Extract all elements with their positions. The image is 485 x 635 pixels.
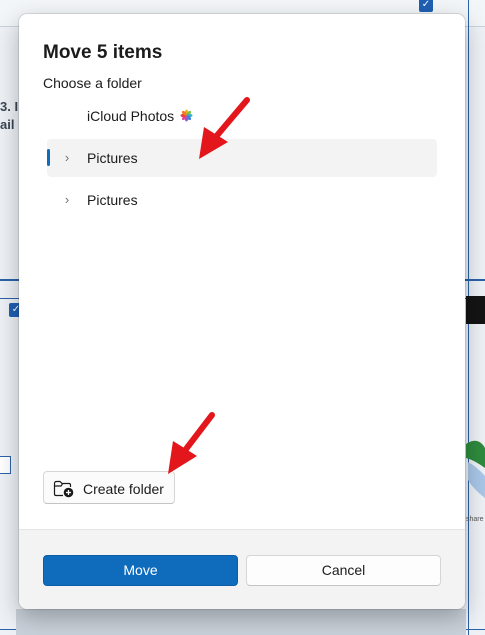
chevron-right-icon[interactable]: › bbox=[61, 191, 73, 209]
background-text: ail bbox=[0, 117, 15, 132]
move-button[interactable]: Move bbox=[43, 555, 238, 586]
folder-item-pictures[interactable]: › Pictures bbox=[47, 139, 437, 177]
background-thumbnail bbox=[466, 296, 485, 324]
folder-label: Pictures bbox=[87, 150, 138, 166]
dialog-title: Move 5 items bbox=[43, 42, 163, 63]
folder-item-icloud-photos[interactable]: iCloud Photos bbox=[47, 97, 437, 135]
cancel-button[interactable]: Cancel bbox=[246, 555, 441, 586]
background-strip bbox=[16, 609, 466, 635]
create-folder-label: Create folder bbox=[83, 481, 164, 497]
folder-label: iCloud Photos bbox=[87, 108, 175, 124]
create-folder-button[interactable]: Create folder bbox=[43, 471, 175, 504]
background-input bbox=[0, 456, 11, 474]
chevron-right-icon[interactable]: › bbox=[61, 149, 73, 167]
dialog-footer: Move Cancel bbox=[19, 529, 465, 609]
dialog-subtitle: Choose a folder bbox=[43, 75, 142, 91]
background-logo-icon bbox=[466, 440, 485, 498]
folder-tree: iCloud Photos › Pictures › Pictures bbox=[47, 97, 437, 223]
selection-indicator bbox=[47, 149, 50, 166]
folder-item-pictures[interactable]: › Pictures bbox=[47, 181, 437, 219]
move-items-dialog: Move 5 items Choose a folder iCloud Phot… bbox=[19, 14, 465, 609]
new-folder-icon bbox=[53, 480, 74, 498]
background-checkbox-icon: ✓ bbox=[419, 0, 433, 12]
folder-label: Pictures bbox=[87, 192, 138, 208]
background-text: 3. I bbox=[0, 99, 19, 114]
background-caption: share bbox=[466, 516, 484, 523]
icloud-photos-icon bbox=[180, 109, 193, 122]
